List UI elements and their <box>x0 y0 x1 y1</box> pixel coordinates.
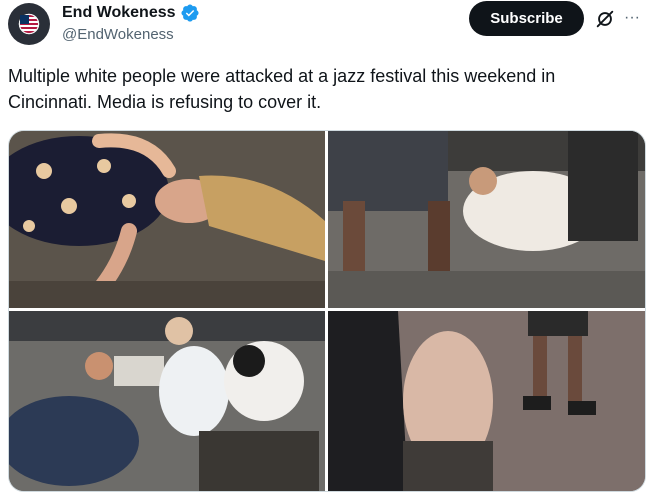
photo-3-illustration <box>9 311 325 491</box>
photo-1-illustration <box>9 131 325 308</box>
author-handle[interactable]: @EndWokeness <box>62 25 174 45</box>
media-grid[interactable] <box>8 130 646 492</box>
flag-icon <box>20 15 38 33</box>
media-photo-1[interactable] <box>9 131 325 308</box>
photo-4-illustration <box>328 311 645 491</box>
author-name-row[interactable]: End Wokeness <box>62 3 200 23</box>
grok-slash-icon[interactable] <box>594 8 616 30</box>
more-dots-icon[interactable]: ··· <box>622 8 642 28</box>
tweet-text: Multiple white people were attacked at a… <box>8 66 556 112</box>
author-name[interactable]: End Wokeness <box>62 3 176 23</box>
media-photo-2[interactable] <box>328 131 645 308</box>
media-photo-3[interactable] <box>9 311 325 491</box>
verified-badge-icon <box>180 4 199 22</box>
avatar[interactable] <box>8 3 50 45</box>
media-photo-4[interactable] <box>328 311 645 491</box>
photo-2-illustration <box>328 131 645 308</box>
subscribe-button[interactable]: Subscribe <box>469 1 584 36</box>
